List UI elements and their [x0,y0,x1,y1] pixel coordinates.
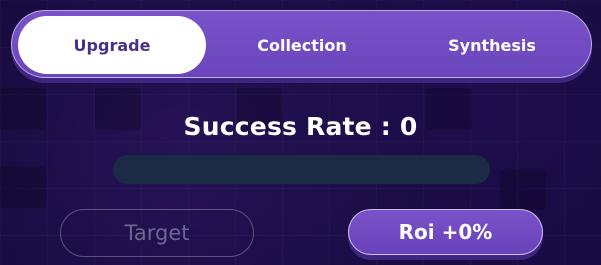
roi-button-label: Roi +0% [398,220,493,244]
background-tile [500,170,546,210]
success-rate-label: Success Rate : [183,112,400,141]
success-rate-value: 0 [399,112,418,141]
tab-upgrade-label: Upgrade [73,35,151,55]
tab-collection-label: Collection [257,35,347,55]
background-tile [0,166,46,208]
tab-bar: Upgrade Collection Synthesis [11,10,592,78]
tab-synthesis-label: Synthesis [448,35,536,55]
tab-upgrade[interactable]: Upgrade [18,16,206,74]
success-rate: Success Rate : 0 [0,112,601,141]
roi-button[interactable]: Roi +0% [348,209,543,255]
target-button[interactable]: Target [60,209,254,257]
success-progress-bar [113,155,490,184]
tab-synthesis[interactable]: Synthesis [398,16,586,74]
tab-collection[interactable]: Collection [208,16,396,74]
target-button-label: Target [124,221,190,245]
